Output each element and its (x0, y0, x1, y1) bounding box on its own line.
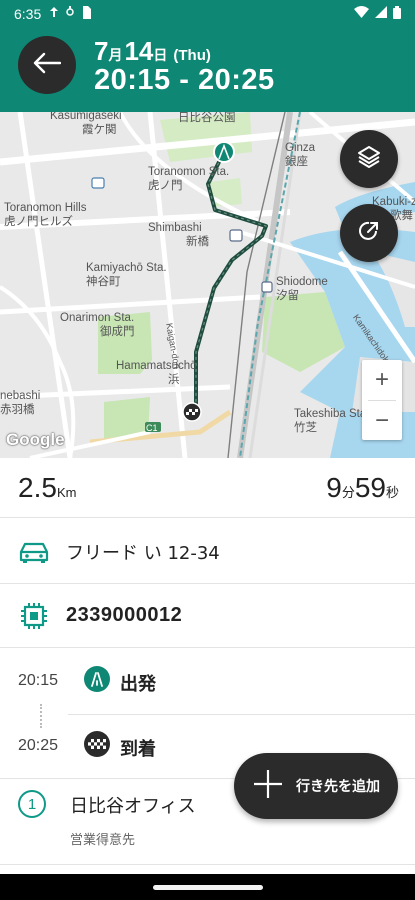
add-destination-button[interactable]: 行き先を追加 (234, 753, 398, 819)
road-icon (84, 666, 110, 692)
map-label-toranomon-hills-jp: 虎ノ門ヒルズ (4, 216, 73, 228)
map-label-kasumigaseki: Kasumigaseki (50, 112, 122, 122)
duration-minutes-unit: 分 (341, 485, 355, 500)
duration-seconds-unit: 秒 (385, 485, 399, 500)
map-label-shimbashi: Shimbashi (148, 222, 202, 234)
distance-value: 2.5 (18, 472, 57, 503)
vehicle-row[interactable]: フリード い 12-34 (0, 520, 415, 584)
trip-time-range: 20:15 - 20:25 (94, 64, 275, 96)
map-label-kasumigaseki-jp: 霞ケ関 (82, 124, 117, 136)
car-icon (18, 540, 50, 564)
sim-icon (81, 5, 92, 23)
vehicle-name: フリード い 12-34 (66, 542, 220, 564)
map-label-akabanebashi-jp: 赤羽橋 (0, 404, 35, 416)
trip-header: 7 月 14 日 (Thu) 20:15 - 20:25 (0, 28, 415, 112)
date-month: 7 (94, 36, 109, 66)
device-row[interactable]: 2339000012 (0, 584, 415, 648)
google-logo: Google (6, 430, 65, 449)
map-label-toranomon-hills: Toranomon Hills (4, 202, 87, 214)
date-weekday: (Thu) (173, 47, 211, 64)
timeline-divider (68, 714, 415, 715)
duration-seconds: 59 (354, 472, 386, 503)
date-day: 14 (124, 36, 154, 66)
home-gesture-handle[interactable] (153, 885, 263, 890)
route-map[interactable]: Kasumigaseki 霞ケ関 日比谷公園 Ginza 銀座 Toranomo… (0, 112, 415, 458)
signal-icon (375, 6, 387, 22)
map-label-hamamatsucho-jp: 浜 (168, 374, 180, 386)
trip-stats: 2.5Km 9分59秒 (0, 458, 415, 518)
distance-unit: Km (56, 485, 77, 500)
zoom-in-button[interactable]: + (362, 360, 402, 400)
arrive-time: 20:25 (18, 737, 59, 754)
timeline-connector (40, 704, 42, 728)
trip-detail-screen: 6:35 7 月 14 日 (Thu) 20:15 - 20:25 Kasumi… (0, 0, 415, 900)
status-time: 6:35 (14, 6, 42, 22)
map-label-shiodome: Shiodome (276, 276, 328, 288)
map-recenter-button[interactable] (340, 204, 398, 262)
map-label-onarimon: Onarimon Sta. (60, 312, 135, 324)
arrive-label: 到着 (120, 739, 156, 760)
battery-icon (393, 5, 401, 23)
map-label-shiodome-jp: 汐留 (276, 290, 299, 302)
wifi-icon (354, 6, 369, 22)
back-button[interactable] (18, 36, 76, 94)
map-label-toranomon-sta-jp: 虎ノ門 (148, 180, 183, 192)
chip-icon (18, 601, 50, 631)
map-label-toranomon-sta: Toranomon Sta. (148, 166, 230, 178)
trip-duration: 9分59秒 (326, 472, 399, 504)
map-zoom-controls: + − (362, 360, 402, 440)
map-label-onarimon-jp: 御成門 (100, 326, 135, 338)
plus-icon (252, 768, 284, 804)
depart-time: 20:15 (18, 672, 59, 689)
map-label-takeshiba: Takeshiba Sta. (294, 408, 370, 420)
date-month-unit: 月 (108, 47, 123, 63)
layers-icon (356, 144, 382, 174)
depart-label: 出発 (120, 674, 156, 695)
status-bar: 6:35 (0, 0, 415, 28)
zoom-out-button[interactable]: − (362, 401, 402, 441)
destination-category: 営業得意先 (70, 833, 136, 848)
map-label-kamiyacho-jp: 神谷町 (86, 276, 121, 288)
notification-icon (49, 6, 59, 22)
checkered-flag-icon (84, 731, 110, 757)
recenter-icon (356, 218, 382, 248)
map-route-shield: C1 (146, 423, 158, 433)
map-label-ginza-jp: 銀座 (285, 156, 308, 168)
usb-icon (65, 6, 75, 22)
map-layers-button[interactable] (340, 130, 398, 188)
map-label-takeshiba-jp: 竹芝 (294, 422, 317, 434)
trip-date: 7 月 14 日 (Thu) (94, 36, 211, 67)
date-day-unit: 日 (153, 47, 168, 63)
map-label-shimbashi-jp: 新橋 (186, 236, 209, 248)
add-destination-label: 行き先を追加 (296, 779, 380, 795)
map-label-ginza: Ginza (285, 142, 316, 154)
duration-minutes: 9 (326, 472, 342, 503)
device-id: 2339000012 (66, 604, 183, 626)
arrow-left-icon (33, 52, 62, 78)
destination-name[interactable]: 日比谷オフィス (70, 792, 196, 818)
destination-number-badge: 1 (18, 790, 46, 818)
map-label-hamamatsucho: Hamamatsuchō (116, 360, 197, 372)
map-label-kamiyacho: Kamiyachō Sta. (86, 262, 167, 274)
map-label-akabanebashi: nebashi (0, 390, 41, 402)
trip-distance: 2.5Km (18, 472, 76, 504)
destination-divider (0, 864, 415, 865)
map-label-hibiya-park: 日比谷公園 (178, 112, 236, 124)
system-nav-bar (0, 874, 415, 900)
